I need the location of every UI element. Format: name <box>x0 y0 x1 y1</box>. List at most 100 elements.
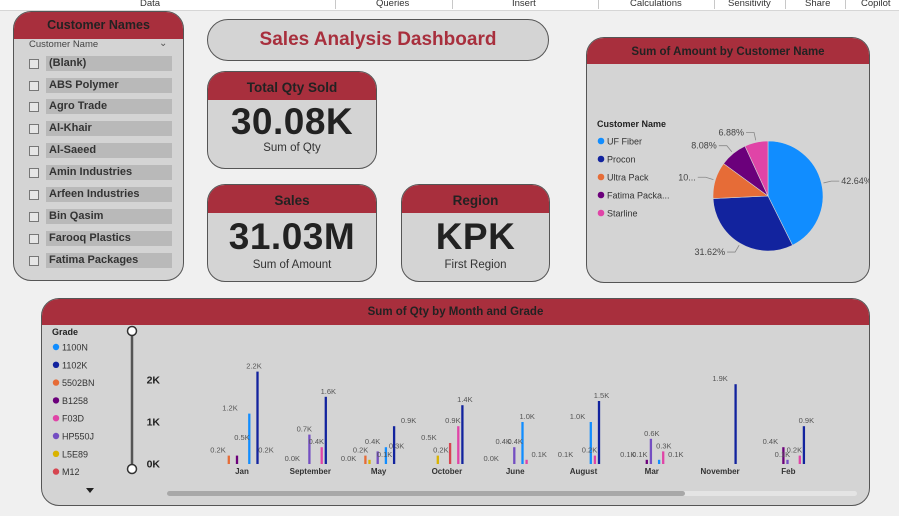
slicer-item[interactable]: Bin Qasim <box>29 209 172 224</box>
bar[interactable] <box>364 455 367 464</box>
slicer-item[interactable]: Al-Saeed <box>29 143 172 158</box>
ribbon-tab-share[interactable]: Share <box>805 0 830 9</box>
slicer-item-label: Agro Trade <box>46 99 172 114</box>
legend-scroll-down-icon[interactable] <box>86 488 94 493</box>
checkbox[interactable] <box>29 233 39 244</box>
bar[interactable] <box>798 455 801 464</box>
slicer-item[interactable]: Amin Industries <box>29 165 172 180</box>
bar[interactable] <box>597 401 601 464</box>
ribbon-tab-copilot[interactable]: Copilot <box>861 0 891 9</box>
bar-data-label: 0.4K <box>309 437 324 446</box>
legend-marker <box>52 361 60 368</box>
legend-label[interactable]: 1100N <box>62 343 88 353</box>
checkbox[interactable] <box>29 255 39 266</box>
bar[interactable] <box>593 455 597 464</box>
bar-data-label: 1.0K <box>519 412 534 421</box>
legend-label[interactable]: M12 <box>62 467 80 477</box>
legend-marker <box>597 173 605 181</box>
leader-line <box>697 176 714 180</box>
checkbox[interactable] <box>29 80 39 91</box>
bar[interactable] <box>235 455 239 464</box>
checkbox[interactable] <box>29 101 39 112</box>
bar[interactable] <box>589 422 592 464</box>
leader-line <box>718 145 733 153</box>
range-slider-handle[interactable] <box>126 463 138 475</box>
x-tick-label: Feb <box>781 467 795 476</box>
bar[interactable] <box>457 426 460 464</box>
x-tick-label: November <box>701 467 740 476</box>
scrollbar-thumb[interactable] <box>167 491 685 496</box>
chevron-down-icon[interactable]: ⌄ <box>159 38 167 49</box>
legend-label[interactable]: 5502BN <box>62 378 95 388</box>
bar[interactable] <box>645 459 648 464</box>
bar[interactable] <box>461 405 464 464</box>
slicer-item-label: Al-Saeed <box>46 143 172 158</box>
checkbox[interactable] <box>29 189 39 200</box>
bar[interactable] <box>436 455 439 464</box>
bar[interactable] <box>734 384 737 464</box>
checkbox[interactable] <box>29 167 39 178</box>
bar-data-label: 0.2K <box>787 446 802 455</box>
legend-label[interactable]: HP550J <box>62 432 94 442</box>
ribbon-tab-data[interactable]: Data <box>140 0 160 9</box>
bar-data-label: 0.4K <box>763 437 778 446</box>
bar[interactable] <box>324 396 327 464</box>
bar-data-label: 1.6K <box>321 387 336 396</box>
bar[interactable] <box>227 455 230 464</box>
kpi-subtitle: First Region <box>444 259 507 271</box>
ribbon-tab-insert[interactable]: Insert <box>512 0 536 9</box>
bar[interactable] <box>513 447 516 464</box>
legend-marker <box>597 155 605 163</box>
legend-label[interactable]: Ultra Pack <box>607 173 649 183</box>
pie-chart: Customer Name UF Fiber Procon Ultra Pack Fa… <box>597 119 869 257</box>
legend-label[interactable]: F03D <box>62 414 85 424</box>
bar[interactable] <box>649 438 653 464</box>
slicer-item[interactable]: Al-Khair <box>29 121 172 136</box>
legend-label[interactable]: L5E89 <box>62 449 88 459</box>
bar[interactable] <box>368 459 371 464</box>
x-tick-label: June <box>506 467 525 476</box>
ribbon-tab-calculations[interactable]: Calculations <box>630 0 682 9</box>
bar-chart-card: Sum of Qty by Month and Grade Grade 1100… <box>41 298 870 506</box>
slicer-item[interactable]: (Blank) <box>29 56 172 71</box>
slicer-item[interactable]: Agro Trade <box>29 99 172 114</box>
bar-chart: Grade 1100N 1102K 5502BN B1258 F03D HP550J L5E… <box>52 325 857 496</box>
kpi-title: Total Qty Sold <box>208 72 376 100</box>
slicer-item[interactable]: ABS Polymer <box>29 78 172 93</box>
legend-label[interactable]: Starline <box>607 209 638 219</box>
kpi-sales: Sales 31.03M Sum of Amount <box>207 184 377 282</box>
bar[interactable] <box>448 443 452 464</box>
ribbon-tab-queries[interactable]: Queries <box>376 0 409 9</box>
kpi-value: 30.08K <box>230 101 354 142</box>
slicer-item-label: Farooq Plastics <box>46 231 172 246</box>
range-slider-handle[interactable] <box>126 325 138 337</box>
legend-label[interactable]: 1102K <box>62 360 87 370</box>
checkbox[interactable] <box>29 145 39 156</box>
ribbon-separator <box>785 0 786 9</box>
checkbox[interactable] <box>29 58 39 69</box>
y-tick-label: 2K <box>147 375 161 387</box>
kpi-total-qty: Total Qty Sold 30.08K Sum of Qty <box>207 71 377 169</box>
slicer-item[interactable]: Farooq Plastics <box>29 231 172 246</box>
legend-label[interactable]: Fatima Packa... <box>607 191 670 201</box>
bar[interactable] <box>525 459 528 464</box>
slicer-item[interactable]: Arfeen Industries <box>29 187 172 202</box>
kpi-subtitle: Sum of Amount <box>252 259 332 271</box>
bar[interactable] <box>802 426 806 464</box>
checkbox[interactable] <box>29 211 39 222</box>
bar[interactable] <box>320 447 323 464</box>
bar-data-label: 0.9K <box>445 416 460 425</box>
checkbox[interactable] <box>29 123 39 134</box>
bar-data-label: 0.7K <box>297 425 312 434</box>
legend-label[interactable]: B1258 <box>62 396 88 406</box>
ribbon-tab-sensitivity[interactable]: Sensitivity <box>728 0 771 9</box>
ribbon-separator <box>714 0 715 9</box>
kpi-value: KPK <box>435 216 516 257</box>
legend-label[interactable]: UF Fiber <box>607 137 642 147</box>
legend-label[interactable]: Procon <box>607 155 636 165</box>
ribbon-separator <box>335 0 336 9</box>
slicer-item[interactable]: Fatima Packages <box>29 253 172 268</box>
bar[interactable] <box>786 459 789 464</box>
bar[interactable] <box>662 451 665 464</box>
bar[interactable] <box>657 459 661 464</box>
